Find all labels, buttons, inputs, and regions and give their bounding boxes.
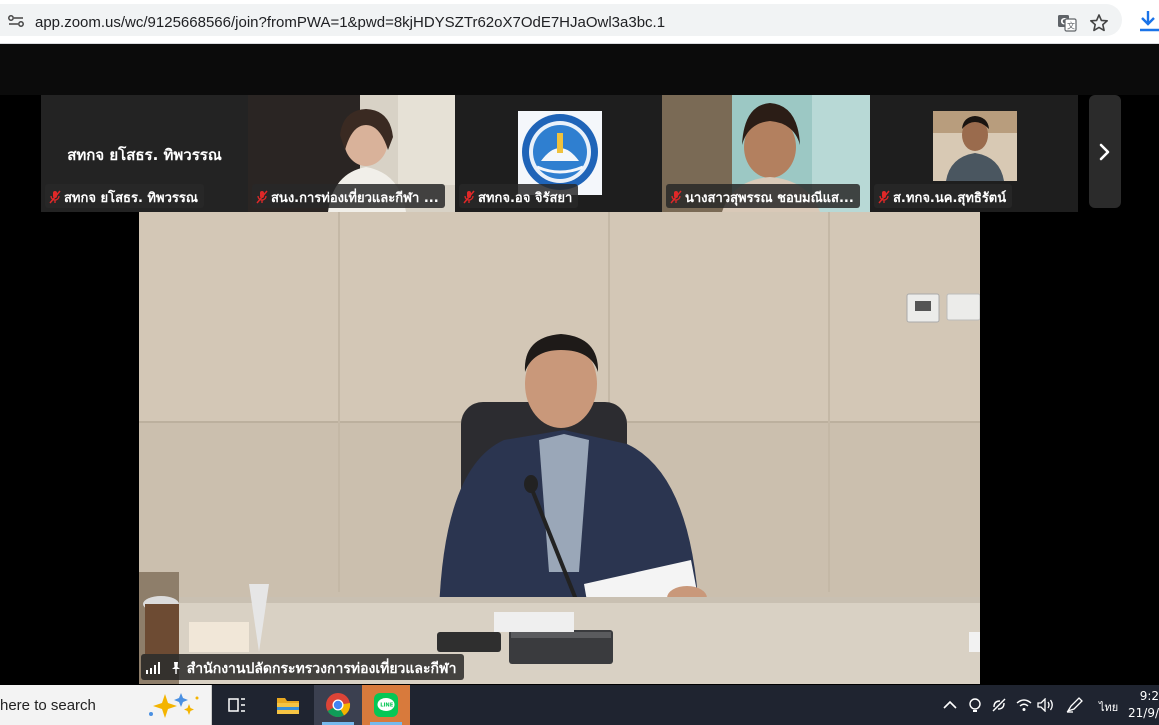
url-text[interactable]: app.zoom.us/wc/9125668566/join?fromPWA=1… [35, 14, 665, 31]
speaker-name-label: สำนักงานปลัดกระทรวงการท่องเที่ยวและกีฬา [141, 654, 465, 680]
svg-text:LINE: LINE [380, 703, 394, 709]
site-info-icon[interactable] [8, 15, 24, 27]
mic-muted-icon [49, 190, 61, 204]
active-speaker-video: สำนักงานปลัดกระทรวงการท่องเที่ยวและกีฬา [139, 212, 980, 684]
clock-time: 9:2 [1139, 689, 1159, 703]
participant-display-name: สทกจ ยโสธร. ทิพวรรณ [67, 146, 222, 164]
line-app-icon: LINE [374, 693, 398, 717]
gallery-tile-3[interactable]: สทกจ.อจ จิรัสยา [455, 95, 662, 212]
file-explorer-icon [277, 698, 299, 714]
address-bar[interactable]: app.zoom.us/wc/9125668566/join?fromPWA=1… [0, 4, 1122, 36]
star-icon[interactable] [1089, 13, 1109, 33]
participant-label-text: นางสาวสุพรรณ ชอบมณีแส... [685, 191, 854, 206]
signal-icon [146, 662, 160, 674]
taskbar-clock[interactable]: 9:2 21/9/ [1126, 688, 1159, 722]
participant-label: สทกจ ยโสธร. ทิพวรรณ [45, 184, 204, 208]
chrome-icon [326, 693, 351, 718]
participant-label: สนง.การท่องเที่ยวและกีฬา ... [252, 184, 445, 208]
participant-label: สทกจ.อจ จิรัสยา [459, 184, 579, 208]
participant-label: นางสาวสุพรรณ ชอบมณีแส... [666, 184, 860, 208]
participant-label: ส.ทกจ.นค.สุทธิรัตน์ [874, 184, 1013, 208]
file-explorer-button[interactable] [264, 685, 312, 725]
windows-taskbar: here to search LINE ไทย 9:2 21/9/ [0, 685, 1159, 725]
participant-label-text: สทกจ.อจ จิรัสยา [478, 191, 573, 206]
pin-icon [171, 662, 180, 674]
browser-toolbar: app.zoom.us/wc/9125668566/join?fromPWA=1… [0, 0, 1159, 44]
zoom-header-area [0, 44, 1159, 95]
speaker-name-text: สำนักงานปลัดกระทรวงการท่องเที่ยวและกีฬา [186, 661, 457, 677]
gallery-next-button[interactable] [1089, 95, 1121, 208]
mic-muted-icon [670, 190, 682, 204]
download-icon[interactable] [1137, 8, 1159, 34]
svg-text:文: 文 [1067, 21, 1075, 31]
pen-icon[interactable] [1066, 697, 1084, 713]
line-taskbar-button[interactable]: LINE [362, 685, 410, 725]
clock-date: 21/9/ [1128, 706, 1159, 720]
mic-muted-icon [256, 190, 268, 204]
search-placeholder[interactable]: here to search [0, 697, 96, 714]
sync-off-icon[interactable] [991, 697, 1007, 713]
participant-label-text: สนง.การท่องเที่ยวและกีฬา ... [271, 191, 439, 206]
gallery-tile-1[interactable]: สทกจ ยโสธร. ทิพวรรณ สทกจ ยโสธร. ทิพวรรณ [41, 95, 248, 212]
gallery-tile-4[interactable]: นางสาวสุพรรณ ชอบมณีแส... [662, 95, 870, 212]
task-view-icon [228, 698, 245, 712]
gallery-tile-5[interactable]: ส.ทกจ.นค.สุทธิรัตน์ [870, 95, 1078, 212]
volume-icon[interactable] [1037, 698, 1055, 712]
gallery-tile-2[interactable]: สนง.การท่องเที่ยวและกีฬา ... [248, 95, 455, 212]
device-icon[interactable] [968, 697, 982, 713]
translate-icon[interactable]: G 文 [1057, 14, 1077, 32]
participant-label-text: ส.ทกจ.นค.สุทธิรัตน์ [893, 191, 1007, 206]
participant-label-text: สทกจ ยโสธร. ทิพวรรณ [64, 191, 198, 206]
mic-muted-icon [463, 190, 475, 204]
mic-muted-icon [878, 190, 890, 204]
speaker-video-frame [139, 212, 980, 684]
task-view-button[interactable] [213, 685, 261, 725]
chrome-taskbar-button[interactable] [314, 685, 362, 725]
chevron-right-icon [1099, 143, 1110, 161]
search-sparkle-icon [149, 693, 199, 718]
chevron-up-icon[interactable] [943, 700, 957, 710]
taskbar-search-box[interactable]: here to search [0, 685, 212, 725]
input-language-indicator[interactable]: ไทย [1099, 698, 1118, 716]
wifi-icon[interactable] [1016, 698, 1032, 712]
